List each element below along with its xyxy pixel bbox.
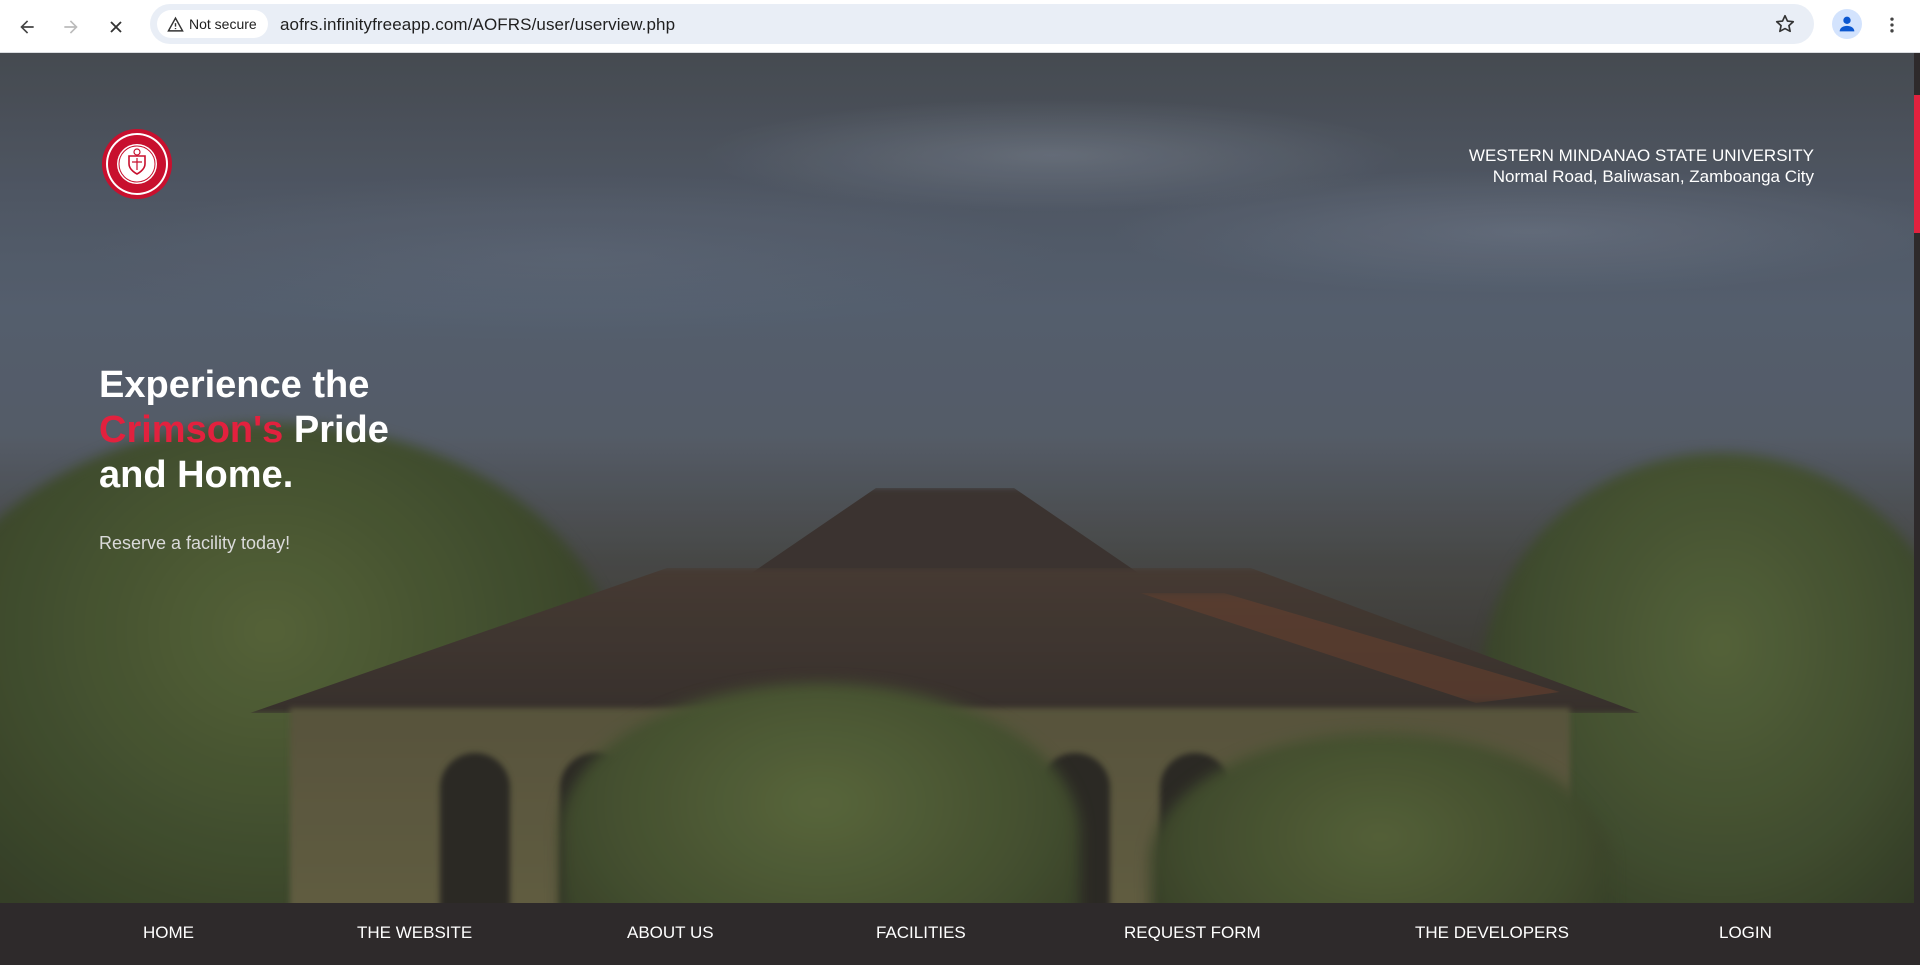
nav-home[interactable]: HOME	[143, 923, 194, 943]
university-info: WESTERN MINDANAO STATE UNIVERSITY Normal…	[1469, 145, 1814, 187]
hero-headline: Experience the Crimson's Pride and Home.	[99, 363, 389, 498]
nav-the-developers[interactable]: THE DEVELOPERS	[1415, 923, 1569, 943]
headline-highlight: Crimson's	[99, 409, 284, 451]
security-chip[interactable]: Not secure	[157, 10, 268, 38]
nav-about-us[interactable]: ABOUT US	[627, 923, 714, 943]
university-address: Normal Road, Baliwasan, Zamboanga City	[1492, 167, 1814, 186]
hero-subtext: Reserve a facility today!	[99, 533, 291, 553]
headline-line-3: and Home.	[99, 454, 294, 496]
headline-line-2-rest: Pride	[283, 409, 389, 451]
browser-toolbar: Not secure aofrs.infinityfreeapp.com/AOF…	[0, 0, 1920, 53]
profile-icon[interactable]	[1832, 9, 1862, 39]
forward-arrow-icon[interactable]	[55, 11, 87, 43]
warning-icon	[167, 16, 184, 32]
nav-login[interactable]: LOGIN	[1719, 923, 1772, 943]
address-bar[interactable]: Not secure aofrs.infinityfreeapp.com/AOF…	[150, 4, 1814, 44]
headline-line-1: Experience the	[99, 364, 370, 406]
back-arrow-icon[interactable]	[11, 11, 43, 43]
stop-loading-icon[interactable]	[100, 11, 132, 43]
kebab-menu-icon[interactable]	[1880, 11, 1904, 39]
nav-request-form[interactable]: REQUEST FORM	[1124, 923, 1261, 943]
headline-line-2: Crimson's Pride	[99, 408, 389, 453]
scrollbar-thumb[interactable]	[1914, 95, 1920, 233]
university-seal-logo[interactable]	[101, 128, 173, 200]
hero-section: WESTERN MINDANAO STATE UNIVERSITY Normal…	[0, 53, 1914, 903]
nav-the-website[interactable]: THE WEBSITE	[357, 923, 472, 943]
security-label: Not secure	[189, 16, 257, 32]
star-icon[interactable]	[1774, 13, 1796, 35]
nav-facilities[interactable]: FACILITIES	[876, 923, 966, 943]
main-navigation: HOME THE WEBSITE ABOUT US FACILITIES REQ…	[0, 903, 1914, 965]
url-text[interactable]: aofrs.infinityfreeapp.com/AOFRS/user/use…	[280, 15, 675, 35]
university-name: WESTERN MINDANAO STATE UNIVERSITY	[1468, 146, 1814, 165]
